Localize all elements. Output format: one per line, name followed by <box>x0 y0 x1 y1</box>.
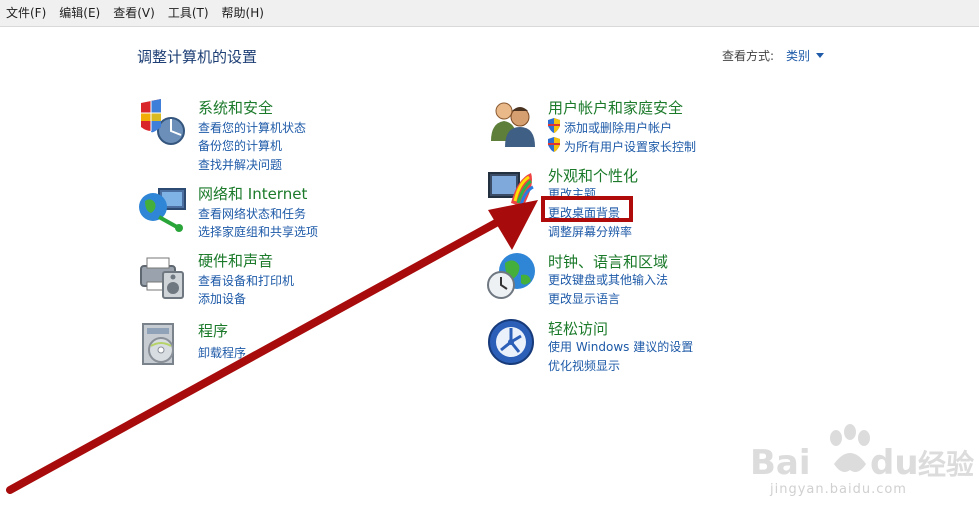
svg-text:du: du <box>870 443 919 483</box>
baidu-watermark-logo: Bai du 经验 <box>750 424 974 483</box>
watermark-url: jingyan.baidu.com <box>770 482 907 497</box>
svg-text:Bai: Bai <box>750 443 811 483</box>
svg-text:经验: 经验 <box>918 448 974 481</box>
